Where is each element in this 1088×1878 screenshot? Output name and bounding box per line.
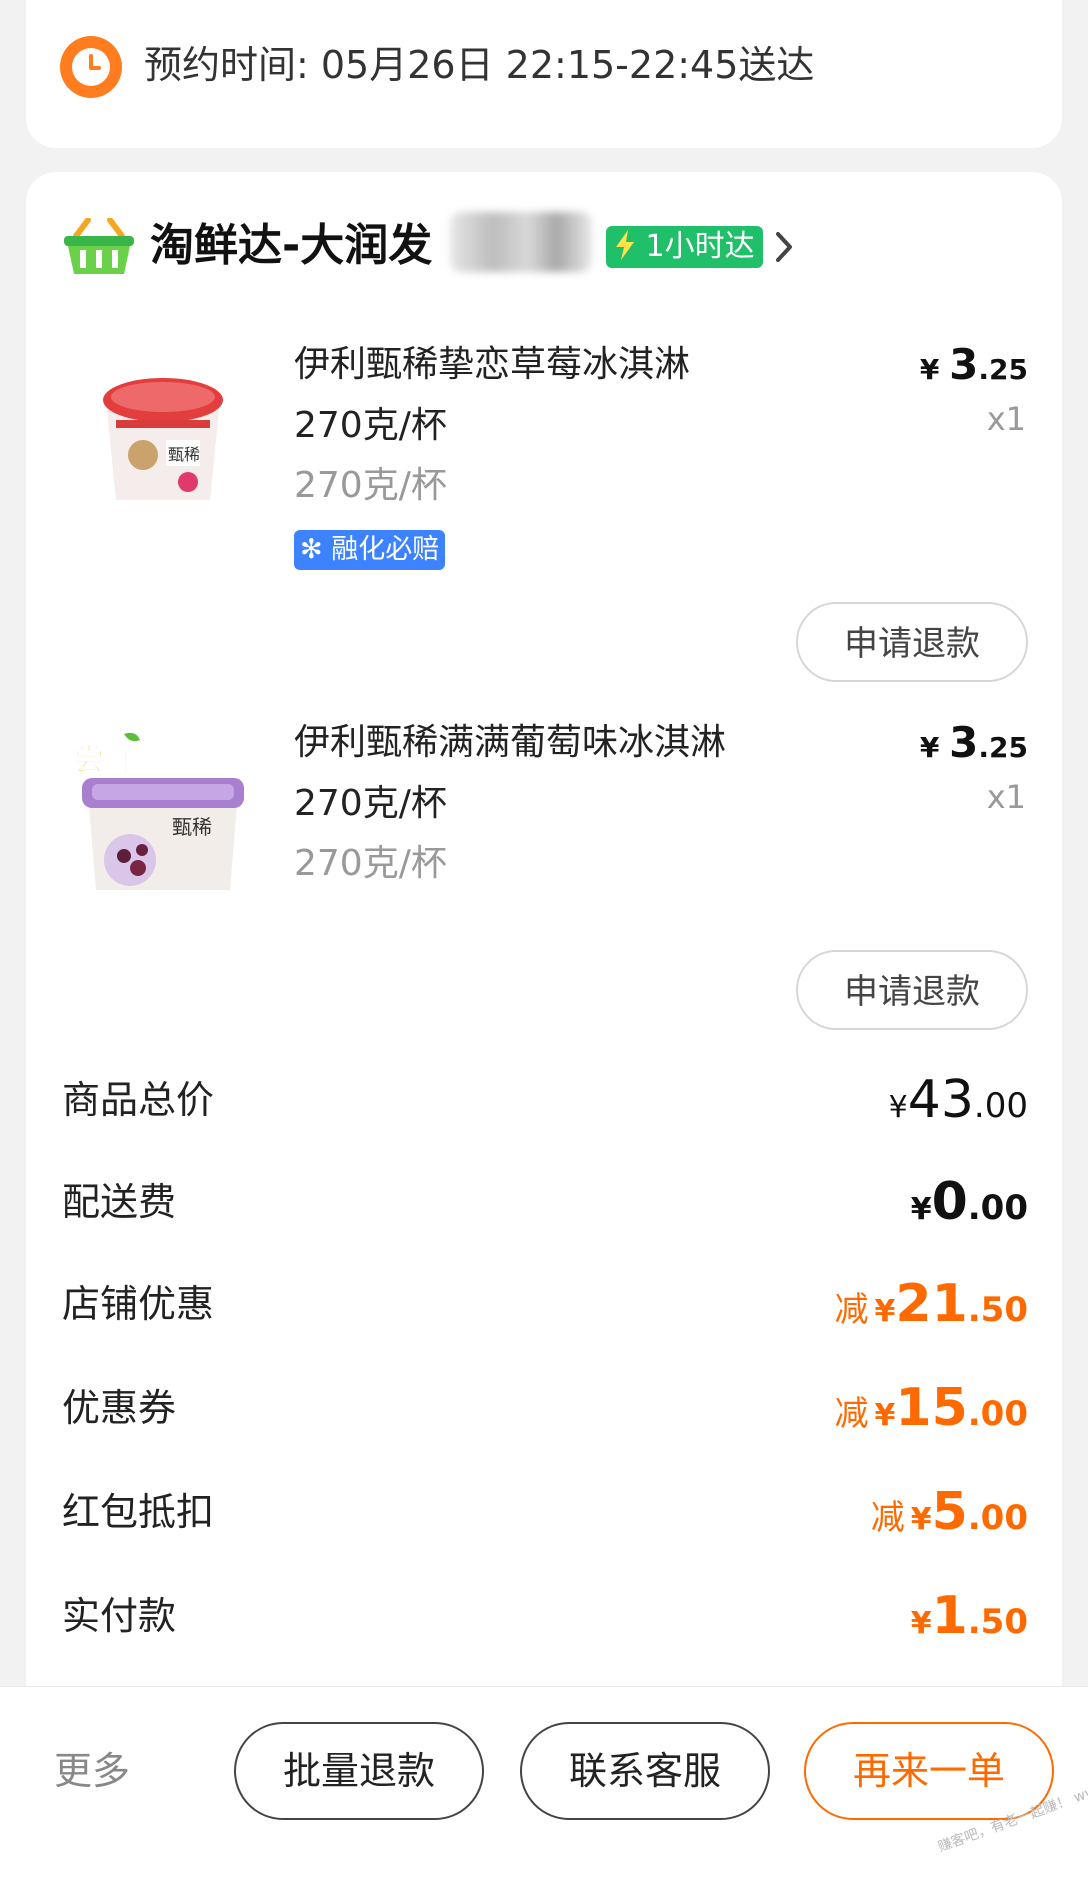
refund-button[interactable]: 申请退款 — [796, 602, 1028, 682]
minus-prefix: 减 — [834, 1394, 869, 1434]
amount-int: 1 — [931, 1586, 968, 1646]
amount-dec: .00 — [967, 1188, 1028, 1228]
amount-int: 21 — [895, 1274, 968, 1334]
batch-refund-button[interactable]: 批量退款 — [234, 1722, 484, 1820]
product-title[interactable]: 伊利甄稀挚恋草莓冰淇淋 — [294, 335, 794, 395]
summary-label-paid: 实付款 — [62, 1594, 177, 1638]
product-title[interactable]: 伊利甄稀满满葡萄味冰淇淋 — [294, 713, 794, 773]
store-name[interactable]: 淘鲜达-大润发 — [150, 216, 432, 276]
amount-int: 5 — [931, 1482, 968, 1542]
summary-label-store-discount: 店铺优惠 — [62, 1282, 215, 1326]
amount-int: 15 — [895, 1378, 968, 1438]
svg-text:甄稀: 甄稀 — [168, 445, 200, 464]
basket-icon — [62, 217, 136, 280]
amount-dec: .00 — [967, 1394, 1028, 1434]
product-title-line2[interactable]: 270克/杯 — [294, 396, 794, 456]
amount-dec: .00 — [967, 1498, 1028, 1538]
product-image-grape[interactable]: 甄稀 — [80, 772, 246, 922]
product-price: ¥ 3.25 — [920, 340, 1028, 389]
product-price: ¥ 3.25 — [920, 718, 1028, 767]
currency: ¥ — [910, 1192, 932, 1227]
delivery-badge: 1小时达 — [606, 226, 763, 268]
schedule-time: 预约时间: 05月26日 22:15-22:45送达 — [144, 43, 815, 87]
currency: ¥ — [910, 1502, 932, 1537]
snowflake-icon: ✻ — [300, 534, 323, 565]
chevron-right-icon[interactable] — [774, 230, 794, 268]
summary-value-subtotal: ¥43.00 — [889, 1070, 1028, 1142]
product-qty: x1 — [986, 778, 1026, 816]
melt-guarantee-tag: ✻ 融化必赔 — [294, 530, 446, 570]
minus-prefix: 减 — [834, 1290, 869, 1330]
delivery-badge-label: 1小时达 — [645, 229, 755, 264]
summary-value-store-discount: 减 ¥21.50 — [835, 1274, 1028, 1346]
lightning-icon — [614, 229, 646, 264]
price-int: 3 — [949, 718, 979, 767]
svg-text:甄稀: 甄稀 — [172, 815, 212, 839]
amount-int: 0 — [931, 1172, 968, 1232]
price-dec: .25 — [978, 731, 1028, 764]
currency: ¥ — [910, 1606, 932, 1641]
amount-dec: .00 — [973, 1086, 1028, 1126]
product-image-strawberry[interactable]: 甄稀 — [88, 360, 238, 510]
amount-dec: .50 — [967, 1602, 1028, 1642]
price-int: 3 — [949, 340, 979, 389]
amount-dec: .50 — [967, 1290, 1028, 1330]
summary-value-delivery: ¥0.00 — [911, 1172, 1028, 1244]
summary-value-coupon: 减 ¥15.00 — [835, 1378, 1028, 1450]
price-currency: ¥ — [919, 731, 940, 764]
reorder-button[interactable]: 再来一单 — [804, 1722, 1054, 1820]
summary-value-paid: ¥1.50 — [911, 1586, 1028, 1658]
more-button[interactable]: 更多 — [54, 1746, 130, 1796]
melt-guarantee-label: 融化必赔 — [331, 534, 440, 565]
summary-label-red-packet: 红包抵扣 — [62, 1490, 215, 1534]
currency: ¥ — [874, 1294, 896, 1329]
amount-int: 43 — [907, 1070, 974, 1130]
summary-value-red-packet: 减 ¥5.00 — [871, 1482, 1028, 1554]
price-dec: .25 — [978, 353, 1028, 386]
refund-button[interactable]: 申请退款 — [796, 950, 1028, 1030]
minus-prefix: 减 — [870, 1498, 905, 1538]
product-spec: 270克/杯 — [294, 465, 447, 506]
summary-label-delivery: 配送费 — [62, 1180, 177, 1224]
summary-label-coupon: 优惠券 — [62, 1386, 177, 1430]
contact-service-button[interactable]: 联系客服 — [520, 1722, 770, 1820]
product-title-line2[interactable]: 270克/杯 — [294, 774, 794, 834]
blurred-store-suffix — [450, 212, 592, 272]
product-qty: x1 — [986, 400, 1026, 438]
currency: ¥ — [874, 1398, 896, 1433]
currency: ¥ — [888, 1090, 908, 1125]
clock-icon — [60, 36, 122, 98]
price-currency: ¥ — [919, 353, 940, 386]
product-spec: 270克/杯 — [294, 843, 447, 884]
summary-label-subtotal: 商品总价 — [62, 1078, 215, 1122]
